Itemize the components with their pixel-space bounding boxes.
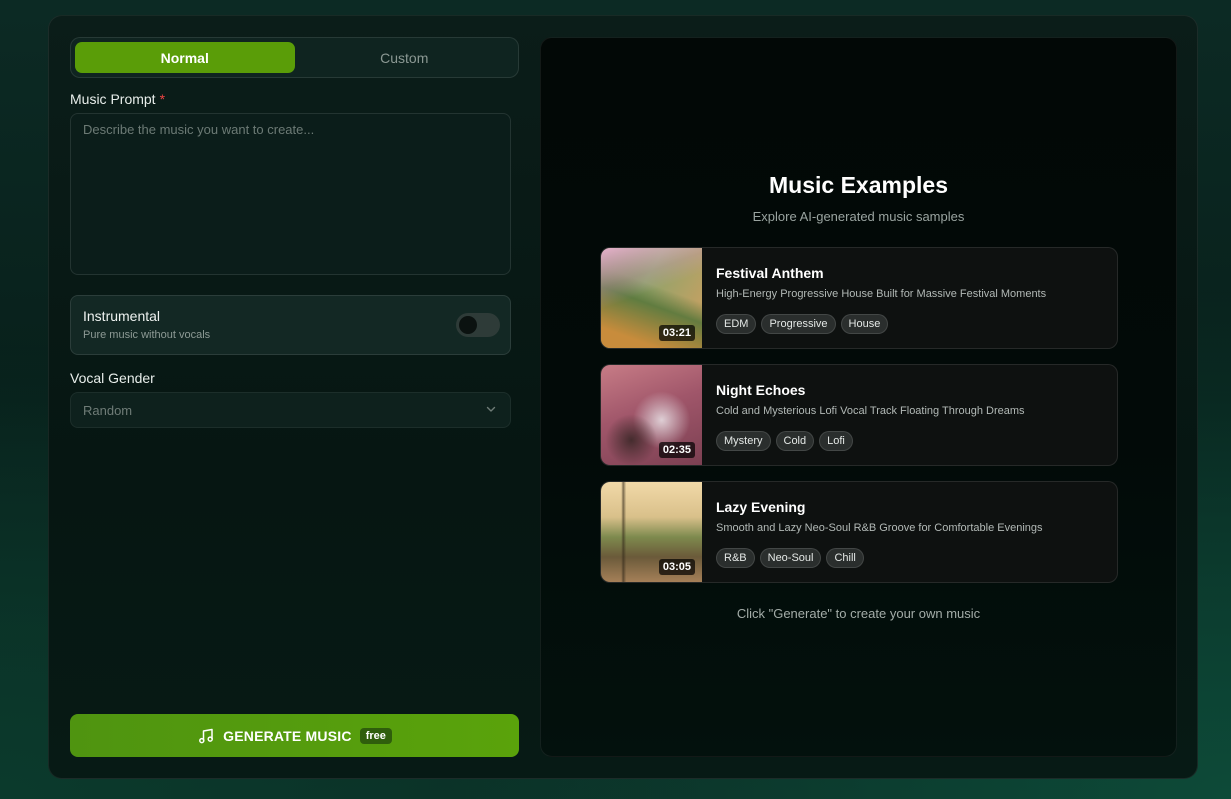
tag: Neo-Soul	[759, 548, 822, 568]
generate-hint: Click "Generate" to create your own musi…	[736, 606, 981, 621]
track-tags: Mystery Cold Lofi	[716, 431, 853, 451]
required-mark: *	[159, 91, 166, 107]
track-name: Festival Anthem	[716, 265, 824, 281]
app-frame: Normal Custom Music Prompt* Instrumental…	[48, 15, 1198, 779]
generate-label: GENERATE MUSIC	[223, 727, 352, 744]
track-description: Smooth and Lazy Neo-Soul R&B Groove for …	[716, 522, 1043, 534]
prompt-label-text: Music Prompt	[70, 91, 156, 107]
chevron-down-icon	[486, 406, 496, 412]
free-badge: free	[359, 727, 392, 744]
prompt-label: Music Prompt *	[70, 91, 165, 107]
examples-panel: Music Examples Explore AI-generated musi…	[540, 37, 1177, 757]
tag: Mystery	[716, 431, 771, 451]
tag: R&B	[716, 548, 755, 568]
track-tags: R&B Neo-Soul Chill	[716, 548, 864, 568]
tab-custom[interactable]: Custom	[295, 42, 515, 73]
track-description: High-Energy Progressive House Built for …	[716, 288, 1047, 300]
instrumental-title: Instrumental	[83, 308, 161, 324]
vocal-gender-select[interactable]: Random	[70, 392, 511, 428]
track-thumbnail: 03:21	[601, 248, 702, 348]
tag: Lofi	[819, 431, 853, 451]
tag: Cold	[775, 431, 815, 451]
track-tags: EDM Progressive House	[716, 314, 889, 334]
track-thumbnail: 02:35	[601, 365, 702, 465]
toggle-knob	[459, 316, 477, 334]
examples-subtitle: Explore AI-generated music samples	[752, 209, 965, 224]
tag: EDM	[716, 314, 757, 334]
example-card-lazy-evening[interactable]: 03:05 Lazy Evening Smooth and Lazy Neo-S…	[600, 481, 1118, 583]
track-duration: 02:35	[658, 442, 695, 458]
vocal-gender-value: Random	[83, 403, 133, 418]
tab-normal[interactable]: Normal	[75, 42, 295, 73]
track-name: Lazy Evening	[716, 499, 806, 515]
instrumental-setting: Instrumental Pure music without vocals	[70, 295, 511, 355]
generate-music-button[interactable]: GENERATE MUSIC free	[70, 714, 519, 757]
prompt-input[interactable]	[71, 114, 510, 274]
instrumental-toggle[interactable]	[456, 313, 500, 337]
track-name: Night Echoes	[716, 382, 806, 398]
examples-title: Music Examples	[769, 172, 948, 198]
tag: House	[840, 314, 889, 334]
track-thumbnail: 03:05	[601, 482, 702, 582]
instrumental-subtitle: Pure music without vocals	[83, 329, 211, 341]
tag: Progressive	[761, 314, 836, 334]
track-description: Cold and Mysterious Lofi Vocal Track Flo…	[716, 405, 1025, 417]
example-card-night-echoes[interactable]: 02:35 Night Echoes Cold and Mysterious L…	[600, 364, 1118, 466]
track-duration: 03:21	[658, 325, 695, 341]
mode-toggle: Normal Custom	[70, 37, 519, 78]
tag: Chill	[826, 548, 864, 568]
prompt-field	[70, 113, 511, 275]
track-duration: 03:05	[658, 559, 695, 575]
music-note-icon	[199, 728, 214, 743]
vocal-gender-label: Vocal Gender	[70, 370, 155, 386]
example-card-festival-anthem[interactable]: 03:21 Festival Anthem High-Energy Progre…	[600, 247, 1118, 349]
